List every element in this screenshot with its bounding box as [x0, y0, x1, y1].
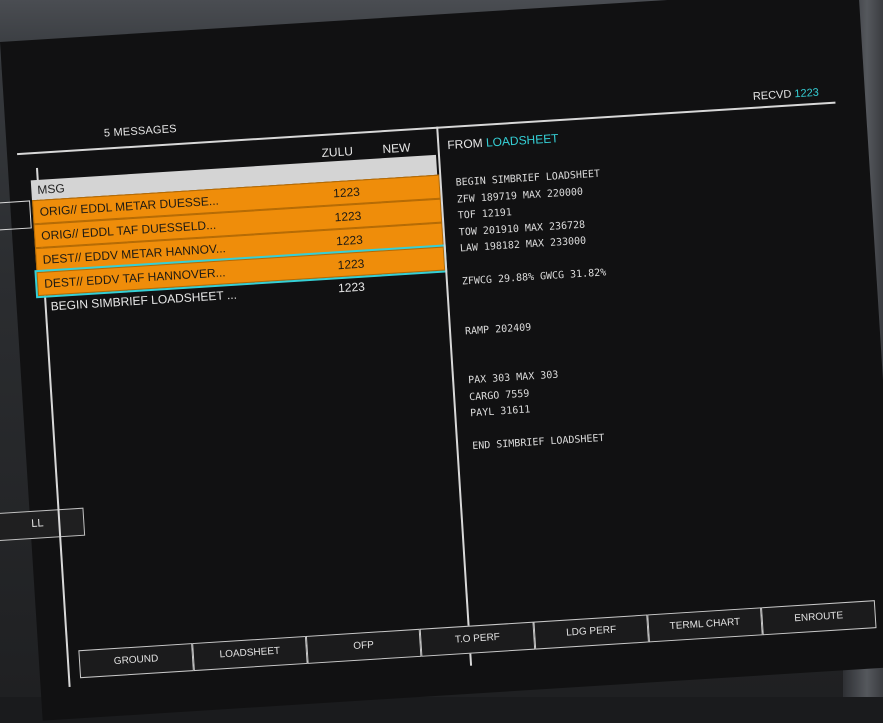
message-count: 5 MESSAGES	[103, 123, 178, 140]
tab-ldg-perf[interactable]: LDG PERF	[533, 614, 649, 650]
tab-enroute[interactable]: ENROUTE	[760, 600, 877, 636]
left-panel-field[interactable]	[0, 200, 32, 233]
tab-ofp[interactable]: OFP	[305, 628, 422, 664]
recvd-value: 1223	[794, 86, 820, 101]
recvd-label: RECVD	[752, 88, 792, 103]
tab-to-perf[interactable]: T.O PERF	[419, 621, 536, 657]
message-body: BEGIN SIMBRIEF LOADSHEET ZFW 189719 MAX …	[455, 168, 607, 453]
message-time: 1223	[334, 208, 362, 225]
message-time: 1223	[332, 184, 361, 201]
tab-loadsheet[interactable]: LOADSHEET	[192, 635, 308, 672]
from-label: FROM	[446, 135, 484, 153]
left-panel-button-label: LL	[30, 517, 44, 530]
message-time: 1223	[335, 232, 364, 249]
message-time: 1223	[337, 256, 365, 273]
efb-screen: 5 MESSAGES ZULU NEW LL MSG ORIG// EDDL M…	[0, 0, 883, 721]
message-from: FROM LOADSHEET	[447, 131, 559, 152]
column-zulu: ZULU	[321, 144, 354, 161]
column-new: NEW	[382, 140, 411, 157]
from-source: LOADSHEET	[485, 131, 559, 150]
msg-column-label: MSG	[36, 181, 66, 197]
bottom-tab-bar: GROUND LOADSHEET OFP T.O PERF LDG PERF T…	[78, 600, 877, 679]
tab-terml-chart[interactable]: TERML CHART	[647, 607, 763, 643]
left-panel-button[interactable]: LL	[0, 507, 86, 542]
received-time: RECVD 1223	[753, 87, 820, 103]
tab-ground[interactable]: GROUND	[78, 643, 194, 679]
message-time: 1223	[337, 279, 366, 296]
